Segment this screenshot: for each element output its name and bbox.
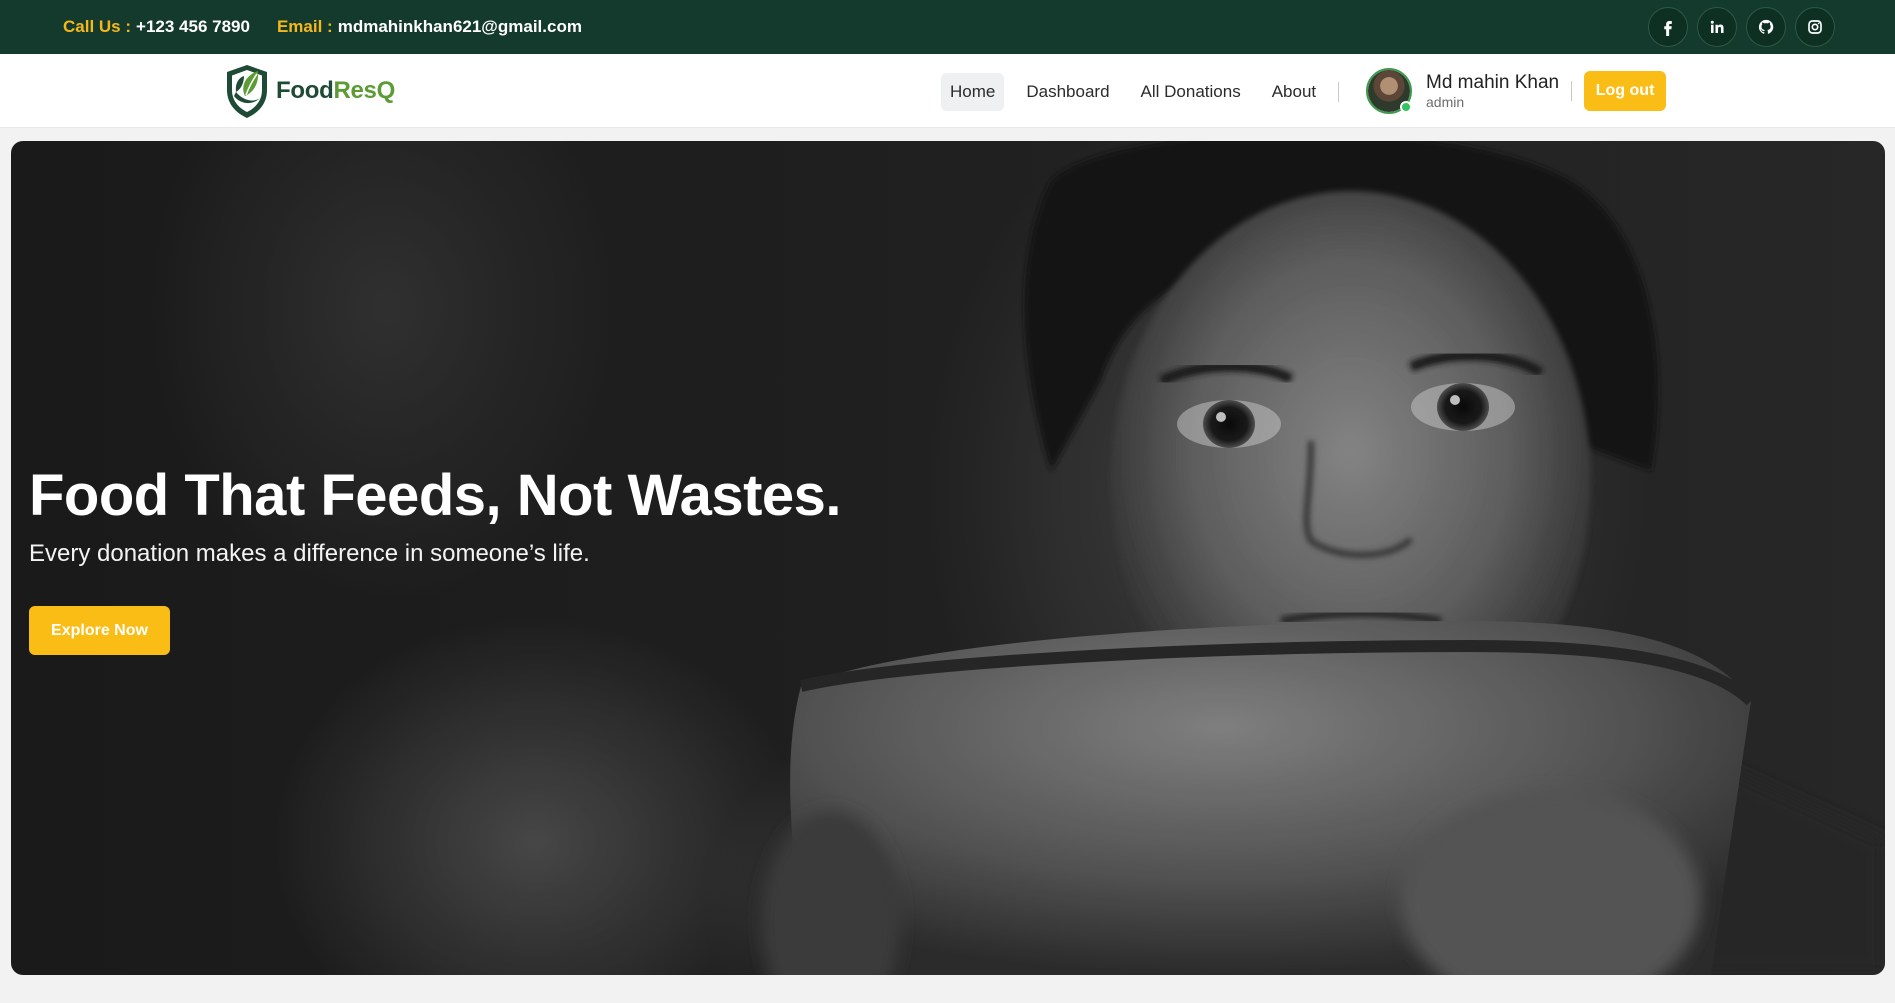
phone-contact: Call Us : +123 456 7890 bbox=[63, 17, 250, 37]
github-icon bbox=[1758, 19, 1774, 34]
linkedin-link[interactable] bbox=[1697, 7, 1737, 47]
user-divider bbox=[1571, 81, 1573, 101]
phone-label: Call Us : bbox=[63, 17, 132, 36]
social-links bbox=[1648, 7, 1835, 47]
github-link[interactable] bbox=[1746, 7, 1786, 47]
user-section: Md mahin Khan admin Log out bbox=[1366, 68, 1667, 114]
avatar[interactable] bbox=[1366, 68, 1412, 114]
hero-subtitle: Every donation makes a difference in som… bbox=[29, 540, 590, 567]
facebook-link[interactable] bbox=[1648, 7, 1688, 47]
email-label: Email : bbox=[276, 17, 333, 36]
user-name: Md mahin Khan bbox=[1426, 71, 1560, 93]
nav-menu: Home Dashboard All Donations About bbox=[941, 72, 1340, 112]
linkedin-icon bbox=[1710, 20, 1724, 33]
shield-leaf-logo-icon bbox=[227, 65, 267, 118]
nav-divider bbox=[1338, 82, 1340, 102]
nav-item-all-donations[interactable]: All Donations bbox=[1132, 73, 1250, 111]
hero-content: Food That Feeds, Not Wastes. Every donat… bbox=[29, 461, 842, 655]
nav-item-dashboard[interactable]: Dashboard bbox=[1017, 73, 1118, 111]
user-info: Md mahin Khan admin bbox=[1426, 72, 1559, 111]
user-role: admin bbox=[1426, 93, 1465, 110]
hero-title: Food That Feeds, Not Wastes. bbox=[29, 463, 842, 528]
email-contact: Email : mdmahinkhan621@gmail.com bbox=[277, 17, 582, 37]
top-contact-bar: Call Us : +123 456 7890 Email : mdmahink… bbox=[0, 0, 1895, 54]
brand-name-part2: ResQ bbox=[333, 77, 395, 104]
hero-banner: Food That Feeds, Not Wastes. Every donat… bbox=[11, 141, 1885, 975]
phone-value[interactable]: +123 456 7890 bbox=[136, 17, 250, 37]
logout-button[interactable]: Log out bbox=[1584, 71, 1667, 111]
online-status-dot bbox=[1400, 101, 1412, 113]
explore-now-button[interactable]: Explore Now bbox=[29, 606, 170, 655]
brand-name-part1: Food bbox=[276, 77, 334, 104]
nav-item-about[interactable]: About bbox=[1263, 73, 1325, 111]
nav-item-home[interactable]: Home bbox=[941, 73, 1005, 111]
facebook-icon bbox=[1664, 21, 1672, 36]
email-value[interactable]: mdmahinkhan621@gmail.com bbox=[338, 17, 582, 37]
brand-logo[interactable]: FoodResQ bbox=[222, 62, 395, 120]
instagram-icon bbox=[1808, 20, 1822, 34]
main-navbar: FoodResQ Home Dashboard All Donations Ab… bbox=[0, 54, 1895, 128]
brand-name: FoodResQ bbox=[276, 77, 395, 105]
instagram-link[interactable] bbox=[1795, 7, 1835, 47]
